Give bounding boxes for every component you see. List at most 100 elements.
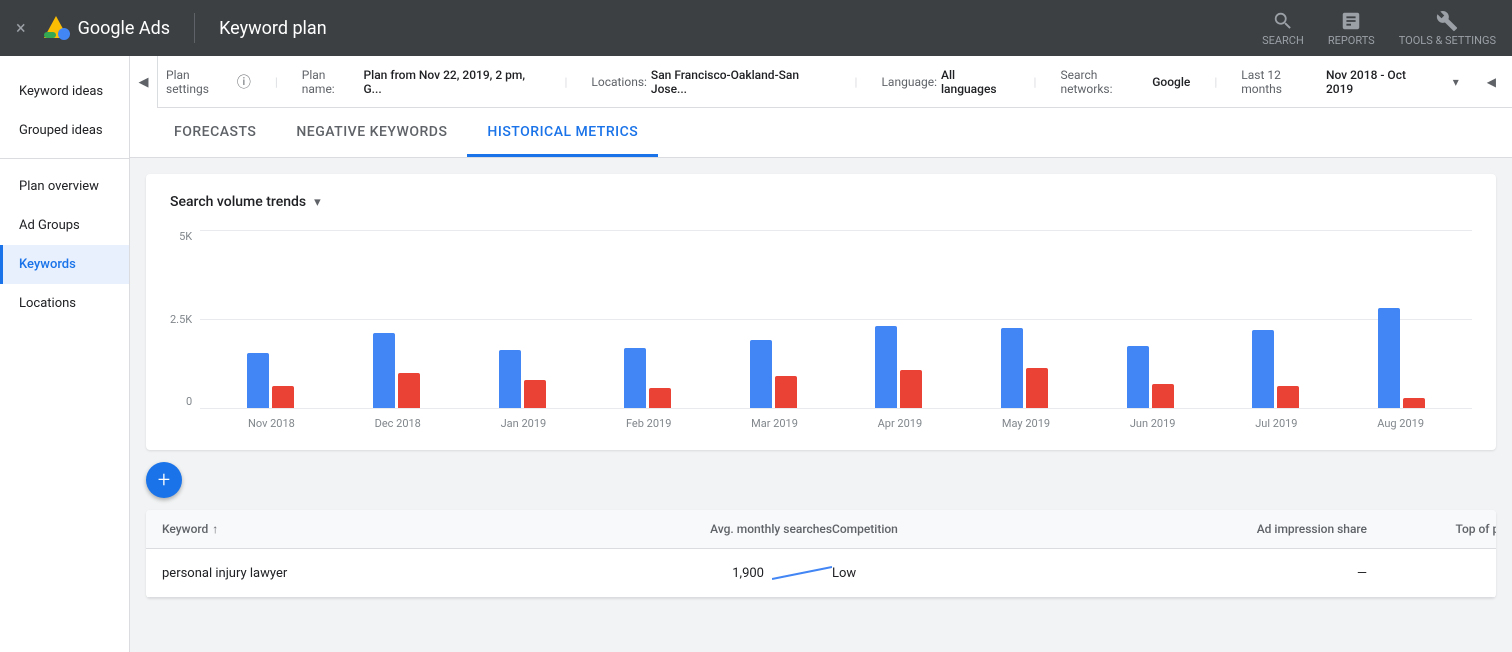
sort-keyword-icon[interactable]: ↑ (212, 522, 218, 536)
chart-dropdown-icon[interactable]: ▾ (314, 195, 321, 210)
separator4: | (1034, 75, 1037, 89)
bar-pair-6 (1001, 328, 1048, 408)
x-label-4: Mar 2019 (751, 417, 798, 430)
plan-name-value[interactable]: Plan from Nov 22, 2019, 2 pm, G... (363, 68, 540, 96)
bar-red-3 (649, 388, 671, 408)
info-icon: ⓘ (237, 72, 251, 92)
bar-blue-6 (1001, 328, 1023, 408)
chart-inner: Nov 2018 Dec 2018 Jan 2019 Feb 2019 Mar 2019… (200, 230, 1472, 430)
sidebar-item-grouped-ideas[interactable]: Grouped ideas (0, 111, 129, 150)
chart-section: Search volume trends ▾ 5K 2.5K 0 (146, 174, 1496, 450)
tab-historical-metrics[interactable]: HISTORICAL METRICS (467, 108, 658, 157)
x-label-9: Aug 2019 (1377, 417, 1424, 430)
bar-group-4 (750, 340, 797, 408)
bar-blue-5 (875, 326, 897, 408)
language-section: Language: All languages (881, 68, 1009, 96)
search-networks-value[interactable]: Google (1152, 75, 1190, 89)
plan-settings-label: Plan settings (166, 68, 233, 96)
chart-area: 5K 2.5K 0 Nov 2018 Dec 2018 Jan 2019 Feb 20… (170, 230, 1472, 430)
bar-blue-1 (373, 333, 395, 408)
bar-pair-5 (875, 326, 922, 408)
chart-title: Search volume trends (170, 194, 306, 210)
close-icon[interactable]: × (16, 18, 26, 39)
table-row: personal injury lawyer 1,900 Low — £20.9… (146, 549, 1496, 598)
td-ad-impression: — (1137, 566, 1367, 581)
tab-forecasts[interactable]: FORECASTS (154, 108, 276, 157)
bar-blue-7 (1127, 346, 1149, 408)
bar-red-6 (1026, 368, 1048, 408)
x-label-2: Jan 2019 (501, 417, 547, 430)
sidebar-item-keywords[interactable]: Keywords (0, 245, 129, 284)
bar-group-1 (373, 333, 420, 408)
collapse-settings-icon[interactable]: ◀ (1487, 75, 1496, 89)
plan-settings-toggle-button[interactable]: ◀ (130, 56, 158, 108)
y-axis: 5K 2.5K 0 (170, 230, 192, 430)
date-range-section: Last 12 months Nov 2018 - Oct 2019 (1241, 68, 1433, 96)
x-label-8: Jul 2019 (1255, 417, 1297, 430)
bar-pair-7 (1127, 346, 1174, 408)
separator2: | (564, 75, 567, 89)
bar-blue-2 (499, 350, 521, 408)
x-label-6: May 2019 (1002, 417, 1050, 430)
tabs-bar: FORECASTS NEGATIVE KEYWORDS HISTORICAL M… (130, 108, 1512, 158)
bar-red-1 (398, 373, 420, 408)
toggle-icon: ◀ (139, 75, 149, 90)
google-ads-logo-icon (42, 14, 70, 42)
bar-blue-9 (1378, 308, 1400, 408)
separator5: | (1214, 75, 1217, 89)
plan-settings-bar: Plan settings ⓘ | Plan name: Plan from N… (130, 56, 1512, 108)
x-label-0: Nov 2018 (248, 417, 295, 430)
td-keyword: personal injury lawyer (162, 566, 532, 581)
x-label-5: Apr 2019 (878, 417, 923, 430)
search-nav-label: SEARCH (1262, 34, 1304, 47)
th-top-bid: Top of page bid (low range) (1367, 522, 1496, 536)
bar-red-8 (1277, 386, 1299, 408)
search-nav-button[interactable]: SEARCH (1262, 10, 1304, 47)
language-value[interactable]: All languages (941, 68, 1010, 96)
td-avg-monthly: 1,900 (532, 561, 832, 585)
bar-group-8 (1252, 330, 1299, 408)
separator3: | (855, 75, 858, 89)
bar-pair-9 (1378, 308, 1425, 408)
reports-nav-label: REPORTS (1328, 34, 1375, 47)
tab-negative-keywords[interactable]: NEGATIVE KEYWORDS (276, 108, 467, 157)
bar-pair-0 (247, 353, 294, 408)
th-ad-impression: Ad impression share (1137, 522, 1367, 536)
bar-red-4 (775, 376, 797, 408)
date-range-dropdown-icon[interactable]: ▾ (1453, 75, 1459, 89)
language-label: Language: (881, 75, 937, 89)
nav-divider (194, 13, 195, 43)
bar-red-2 (524, 380, 546, 408)
add-keyword-button[interactable]: + (146, 462, 182, 498)
x-label-3: Feb 2019 (626, 417, 671, 430)
bar-group-0 (247, 353, 294, 408)
bar-group-9 (1378, 308, 1425, 408)
sidebar-item-ad-groups[interactable]: Ad Groups (0, 206, 129, 245)
search-networks-label: Search networks: (1060, 68, 1148, 96)
plan-settings-content: Plan settings ⓘ | Plan name: Plan from N… (166, 68, 1496, 96)
table-header: Keyword ↑ Avg. monthly searches Competit… (146, 510, 1496, 549)
bar-group-7 (1127, 346, 1174, 408)
bar-pair-1 (373, 333, 420, 408)
locations-value[interactable]: San Francisco-Oakland-San Jose... (651, 68, 831, 96)
bar-red-0 (272, 386, 294, 408)
bar-red-5 (900, 370, 922, 408)
date-range-value[interactable]: Nov 2018 - Oct 2019 (1326, 68, 1433, 96)
main-content: FORECASTS NEGATIVE KEYWORDS HISTORICAL M… (130, 108, 1512, 652)
bar-group-2 (499, 350, 546, 408)
sidebar-item-locations[interactable]: Locations (0, 284, 129, 323)
keywords-table: Keyword ↑ Avg. monthly searches Competit… (146, 510, 1496, 598)
sidebar-item-plan-overview[interactable]: Plan overview (0, 167, 129, 206)
date-range-label: Last 12 months (1241, 68, 1322, 96)
tools-nav-label: TOOLS & SETTINGS (1399, 34, 1496, 47)
bar-red-7 (1152, 384, 1174, 408)
plan-settings-label-section: Plan settings ⓘ (166, 68, 251, 96)
y-label-5k: 5K (179, 230, 192, 243)
th-avg-monthly: Avg. monthly searches (532, 522, 832, 536)
sidebar-divider (0, 158, 129, 159)
x-label-1: Dec 2018 (375, 417, 421, 430)
tools-nav-button[interactable]: TOOLS & SETTINGS (1399, 10, 1496, 47)
sidebar-item-keyword-ideas[interactable]: Keyword ideas (0, 72, 129, 111)
bar-pair-4 (750, 340, 797, 408)
reports-nav-button[interactable]: REPORTS (1328, 10, 1375, 47)
